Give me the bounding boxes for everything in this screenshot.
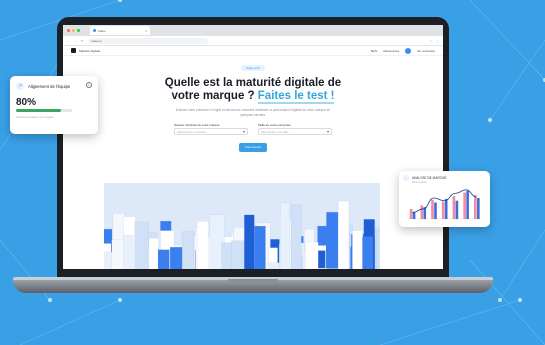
chart-bar: [466, 190, 469, 219]
browser-tab-bar: Kaleo ×: [63, 25, 443, 36]
hero-section: Diagnostic Quelle est la maturité digita…: [63, 56, 443, 153]
url-input[interactable]: kaleo.io: [87, 37, 208, 44]
chart-card-title: ANALYSE DE MARCHÉ: [412, 176, 447, 180]
chart-bar: [452, 196, 456, 219]
bookmark-icon[interactable]: ☆: [429, 39, 432, 43]
avatar[interactable]: [405, 47, 412, 54]
hero-block: [254, 225, 266, 269]
hero-3d-bars-image: [104, 183, 380, 269]
hero-block: [326, 212, 339, 269]
window-minimize-button[interactable]: [72, 29, 75, 32]
laptop-hinge: [228, 279, 278, 283]
title-line-2: votre marque ?: [171, 90, 258, 102]
hero-description: Evaluez votre présence en ligne et décou…: [175, 108, 331, 117]
size-label: Taille de votre entreprise: [258, 123, 291, 127]
chart-bar: [474, 195, 477, 219]
favicon-icon: [93, 29, 96, 32]
info-icon[interactable]: i: [86, 82, 92, 88]
hero-block: [181, 231, 194, 269]
alignment-card: ↗ Alignement de l'équipe i 80% Objectifs…: [10, 76, 98, 134]
chart-bar: [431, 199, 434, 219]
trend-icon: ↗: [16, 82, 24, 90]
chart-icon: [403, 175, 409, 181]
chevron-down-icon: ▾: [242, 129, 245, 134]
size-select[interactable]: Sélectionner une taille ▾: [258, 128, 332, 135]
hero-block: [169, 246, 184, 269]
browser-address-bar: ← → ↻ kaleo.io ☆ ⋮: [63, 36, 443, 46]
hero-block: [231, 240, 246, 269]
site-navbar: Maturité digitale Tarifs Ressources Se c…: [63, 46, 443, 56]
site-logo-text[interactable]: Maturité digitale: [79, 49, 100, 53]
alignment-subtitle: Objectifs partagés par l'équipe: [16, 115, 54, 119]
chevron-down-icon: ▾: [326, 129, 329, 134]
chart-bar: [441, 201, 445, 219]
reload-icon[interactable]: ↻: [81, 39, 84, 43]
chart-bar: [463, 192, 466, 219]
chart-bar: [455, 200, 459, 219]
alignment-value: 80%: [16, 97, 37, 108]
title-line-1: Quelle est la maturité digitale de: [164, 77, 342, 89]
hero-block: [157, 249, 170, 269]
hero-block: [134, 221, 149, 269]
hero-block: [362, 236, 374, 269]
title-highlight: Faites le test !: [257, 90, 335, 104]
hero-block: [104, 251, 114, 269]
chart-bar: [434, 202, 437, 219]
hero-block: [316, 267, 328, 269]
size-placeholder: Sélectionner une taille: [261, 130, 289, 134]
browser-tab-title: Kaleo: [98, 28, 106, 33]
nav-link-tarifs[interactable]: Tarifs: [370, 49, 377, 53]
window-maximize-button[interactable]: [77, 29, 80, 32]
hero-block: [148, 238, 159, 269]
window-close-button[interactable]: [67, 29, 70, 32]
hero-block: [123, 235, 134, 269]
hero-block: [290, 204, 302, 269]
chart-bar: [444, 198, 448, 219]
hero-block: [111, 239, 125, 269]
sector-label: Secteur d'activité de votre marque: [174, 123, 220, 127]
browser-tab[interactable]: Kaleo ×: [90, 26, 150, 35]
hero-block: [376, 230, 380, 269]
hero-block: [280, 202, 290, 269]
back-icon[interactable]: ←: [67, 39, 70, 43]
login-link[interactable]: Se connecter: [417, 49, 435, 53]
market-chart-card: ANALYSE DE MARCHÉ Performance: [399, 171, 490, 227]
market-bar-chart: [407, 189, 482, 220]
hero-badge: Diagnostic: [240, 65, 265, 71]
hero-block: [352, 230, 363, 269]
hero-block: [267, 262, 280, 269]
camera-notch: [228, 17, 278, 25]
site-logo-icon: [71, 48, 76, 53]
forward-icon[interactable]: →: [74, 39, 77, 43]
chart-bar: [477, 197, 480, 219]
alignment-progress-bar: [16, 109, 72, 112]
chart-bar: [409, 208, 413, 219]
hero-block: [221, 242, 233, 269]
tab-close-icon[interactable]: ×: [145, 29, 147, 33]
alignment-progress-fill: [16, 109, 61, 112]
hero-block: [196, 221, 209, 269]
sector-select[interactable]: Sélectionner un secteur ▾: [174, 128, 248, 135]
page-title: Quelle est la maturité digitale de votre…: [63, 77, 443, 104]
hero-block: [325, 268, 340, 269]
extensions-icon[interactable]: ⋮: [436, 39, 439, 43]
diagnostic-form: Secteur d'activité de votre marque Sélec…: [63, 123, 443, 135]
hero-block: [337, 200, 350, 269]
nav-link-ressources[interactable]: Ressources: [383, 49, 399, 53]
hero-block: [305, 241, 319, 269]
start-button[interactable]: Commencer: [239, 143, 267, 152]
hero-block: [244, 214, 255, 269]
chart-bar: [420, 205, 424, 219]
alignment-title: Alignement de l'équipe: [28, 83, 71, 89]
sector-placeholder: Sélectionner un secteur: [177, 130, 207, 134]
